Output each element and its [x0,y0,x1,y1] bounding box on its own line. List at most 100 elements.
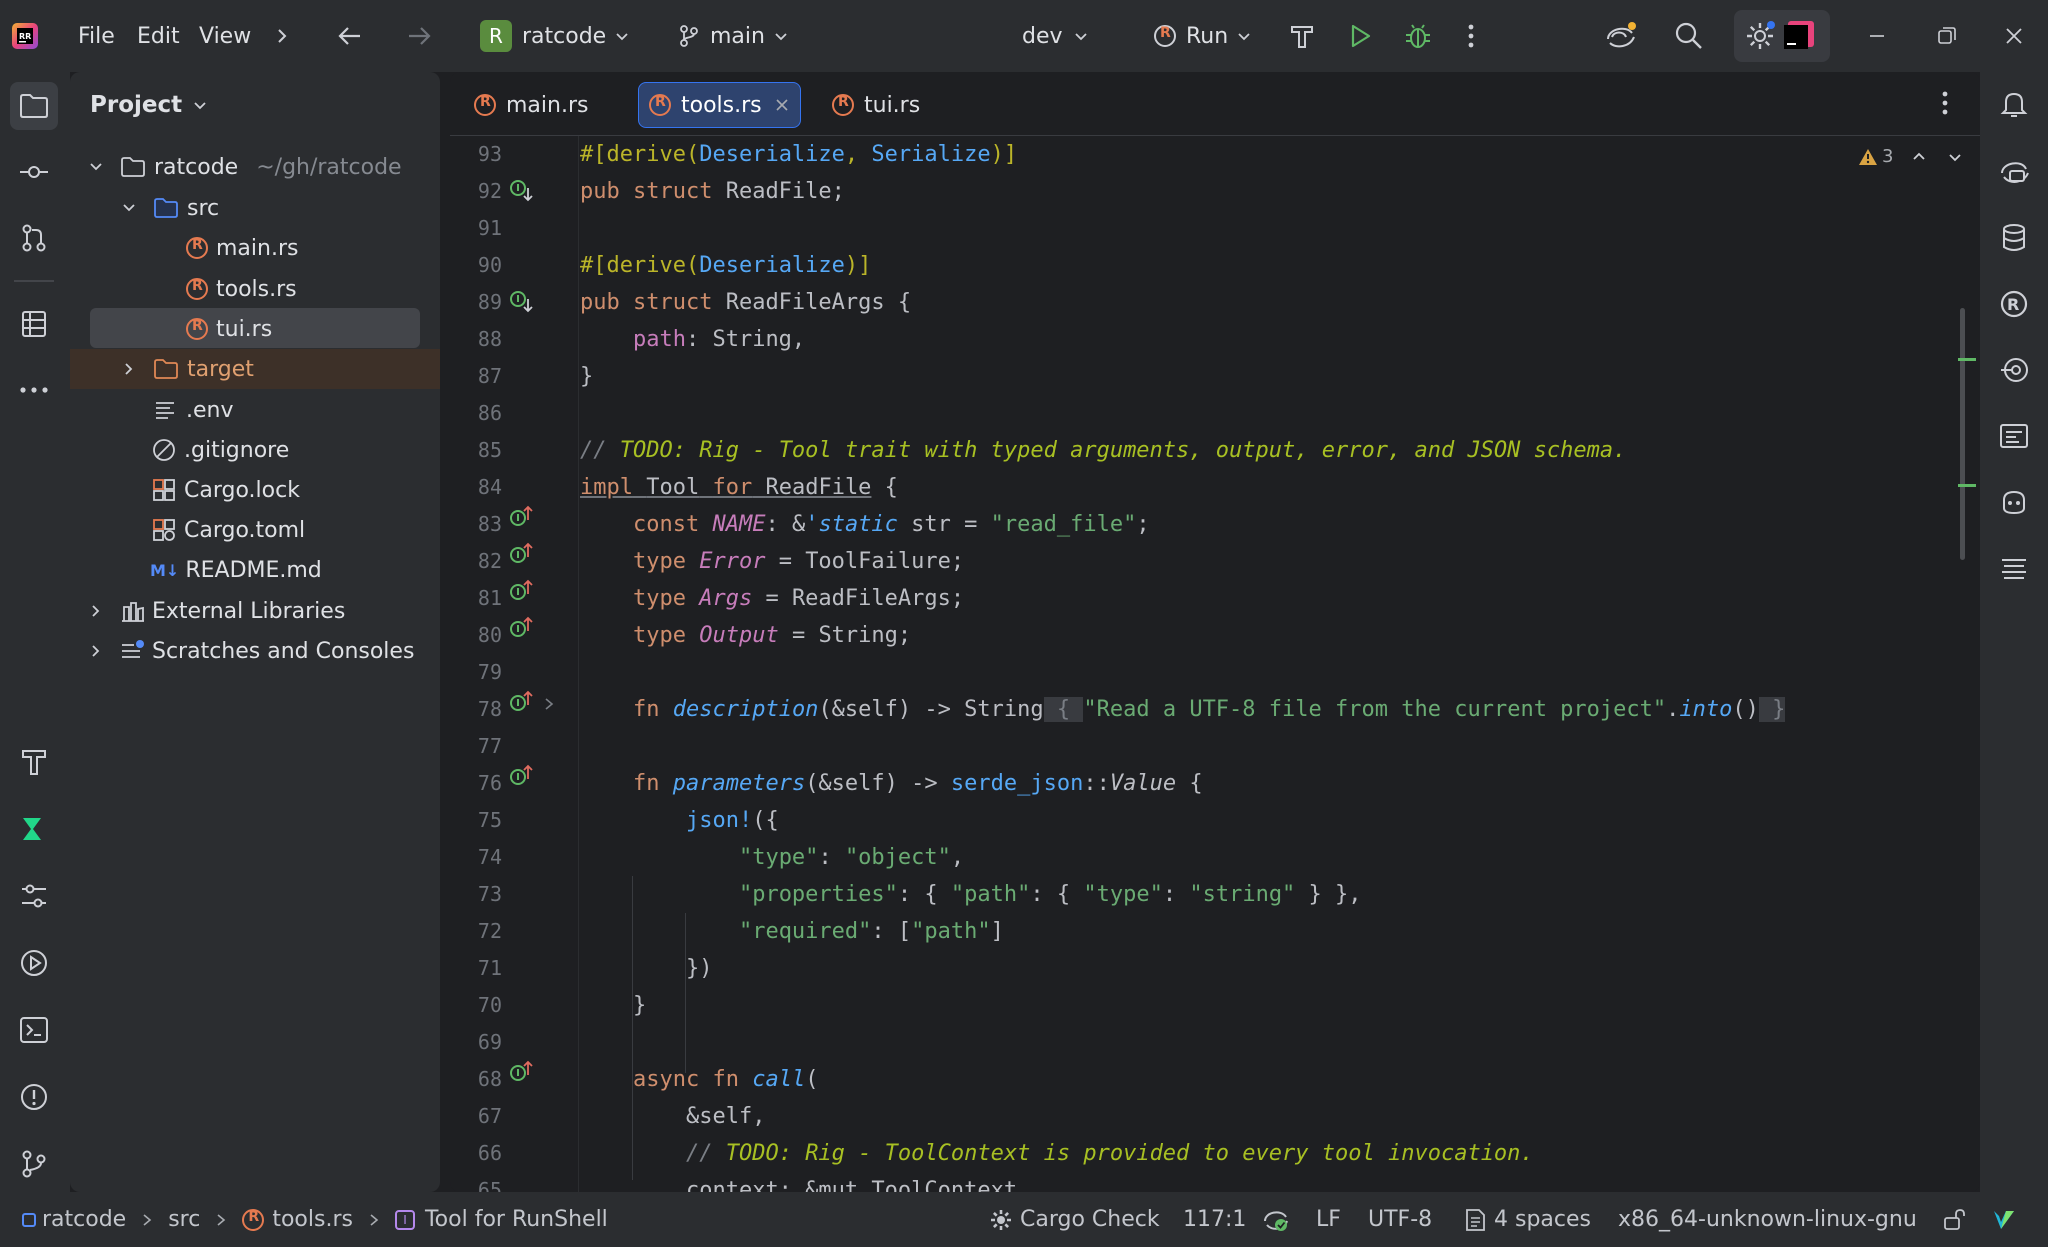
tree-item-ratcode[interactable]: ratcode ~/gh/ratcode [70,147,440,187]
breadcrumb-item[interactable]: src [168,1207,200,1232]
chevron-right-icon[interactable] [272,0,292,72]
project-folder-icon[interactable] [10,82,58,130]
code-line: } [580,364,594,389]
close-tab-icon[interactable] [774,97,790,113]
menu-view[interactable]: View [199,0,251,72]
editor[interactable]: main.rs tools.rs tui.rs 3 93 92 91 90 89… [450,72,1980,1192]
code-line: &self, [685,1104,766,1129]
breadcrumb-item[interactable]: Tool for RunShell [425,1207,608,1232]
project-panel-header[interactable]: Project [90,92,208,118]
chevron-right-icon[interactable] [88,643,104,659]
tab-options-icon[interactable] [1940,90,1950,120]
commit-icon[interactable] [10,148,58,196]
settings-widget[interactable] [1734,10,1830,62]
back-arrow-icon[interactable] [336,0,364,72]
build-icon[interactable] [10,738,58,786]
run-widget[interactable]: Run [1154,0,1252,72]
debug-bug-icon[interactable] [1403,0,1433,72]
implemented-marker-icon[interactable] [508,178,534,204]
structure-icon[interactable] [10,300,58,348]
breadcrumb-item[interactable]: tools.rs [272,1207,353,1232]
more-vertical-icon[interactable] [1466,0,1476,72]
line-number: 91 [477,216,502,240]
forward-arrow-icon[interactable] [405,0,433,72]
problems-icon[interactable] [10,1073,58,1121]
close-window-icon[interactable] [2003,0,2025,72]
build-hammer-icon[interactable] [1288,0,1316,72]
chevron-right-icon [217,1213,226,1226]
menu-edit[interactable]: Edit [137,0,180,72]
rust-file-icon [474,94,496,116]
ai-chat-icon[interactable] [1990,148,2038,196]
chevron-down-icon[interactable] [121,200,137,216]
text-file-icon [156,402,174,419]
cargo-rust-icon[interactable]: R [1990,280,2038,328]
notifications-bell-icon[interactable] [1990,80,2038,128]
restore-icon[interactable] [1936,0,1958,72]
implements-marker-icon[interactable] [508,541,534,567]
gear-icon [991,1209,1011,1230]
app-logo[interactable]: RR [10,0,40,72]
copilot-icon[interactable] [1990,478,2038,526]
documentation-icon[interactable] [1990,412,2038,460]
line-ending[interactable]: LF [1316,1192,1341,1247]
services-icon[interactable] [10,872,58,920]
search-icon[interactable] [1674,0,1704,72]
menu-file[interactable]: File [78,0,115,72]
database-icon[interactable] [1990,214,2038,262]
more-tools-icon[interactable] [10,366,58,414]
pull-requests-icon[interactable] [10,214,58,262]
layers-icon[interactable] [1990,544,2038,592]
tree-item-main-rs[interactable]: main.rs [70,228,440,268]
tree-item-tui-rs[interactable]: tui.rs [70,309,440,349]
tree-item-readme[interactable]: M↓ README.md [70,550,440,590]
tab-tui-rs[interactable]: tui.rs [822,82,930,128]
vertical-scrollbar[interactable] [1960,308,1965,560]
tree-item-cargo-lock[interactable]: Cargo.lock [70,470,440,510]
read-only-lock-icon[interactable] [1942,1192,1966,1247]
endpoints-icon[interactable] [1990,346,2038,394]
minimize-icon[interactable] [1866,0,1888,72]
run-window-icon[interactable] [10,939,58,987]
indent-widget[interactable]: 4 spaces [1464,1192,1591,1247]
chevron-right-icon[interactable] [121,361,137,377]
terminal-icon[interactable] [10,1006,58,1054]
implemented-marker-icon[interactable] [508,289,534,315]
chevron-down-icon[interactable] [88,159,104,175]
ai-assistant-icon[interactable] [1604,0,1638,72]
implements-marker-icon[interactable] [508,1059,534,1085]
tab-tools-rs[interactable]: tools.rs [638,82,801,128]
tree-item-target[interactable]: target [70,349,440,389]
code-area[interactable]: #[derive(Deserialize, Serialize)] pub st… [578,136,1950,1192]
tree-item-cargo-toml[interactable]: Cargo.toml [70,510,440,550]
run-config-selector[interactable]: dev [1022,0,1089,72]
caret-position[interactable]: 117:1 [1183,1192,1246,1247]
tree-item-scratches[interactable]: Scratches and Consoles [70,631,440,671]
implements-marker-icon[interactable] [508,763,534,789]
tree-item-env[interactable]: .env [70,390,440,430]
tree-item-external-libraries[interactable]: External Libraries [70,591,440,631]
ai-agent-icon[interactable] [10,805,58,853]
implements-marker-icon[interactable] [508,504,534,530]
project-widget[interactable]: R ratcode [480,0,630,72]
code-line: #[derive(Deserialize, Serialize)] [580,142,1018,167]
run-play-icon[interactable] [1346,0,1374,72]
target-triple[interactable]: x86_64-unknown-linux-gnu [1618,1192,1917,1247]
line-number: 73 [477,882,502,906]
tree-item-tools-rs[interactable]: tools.rs [70,269,440,309]
tab-main-rs[interactable]: main.rs [464,82,598,128]
file-encoding[interactable]: UTF-8 [1368,1192,1432,1247]
implements-marker-icon[interactable] [508,689,534,715]
implements-marker-icon[interactable] [508,578,534,604]
implements-marker-icon[interactable] [508,615,534,641]
tree-item-src[interactable]: src [70,188,440,228]
ai-status-icon[interactable] [1262,1192,1290,1247]
chevron-right-icon[interactable] [88,603,104,619]
tree-item-gitignore[interactable]: .gitignore [70,430,440,470]
breadcrumb-item[interactable]: ratcode [42,1207,126,1232]
git-icon[interactable] [10,1140,58,1188]
branch-widget[interactable]: main [678,0,789,72]
cargo-check-widget[interactable]: Cargo Check [990,1192,1160,1247]
plugin-status-icon[interactable] [1992,1192,2016,1247]
fold-chevron-icon[interactable] [542,696,556,715]
